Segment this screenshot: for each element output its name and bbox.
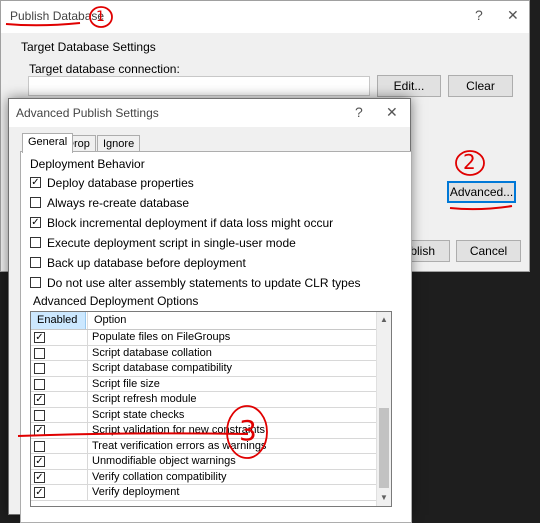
annotation-1-text: 1 xyxy=(96,9,105,25)
underline-script-validation xyxy=(17,432,249,437)
annotation-3-text: 3 xyxy=(239,414,257,447)
tab-general[interactable]: General xyxy=(22,133,74,153)
underline-advanced xyxy=(449,205,513,211)
underline-publish-title xyxy=(5,22,81,27)
annotation-2-text: 2 xyxy=(463,150,476,174)
red-annotations xyxy=(5,6,513,459)
